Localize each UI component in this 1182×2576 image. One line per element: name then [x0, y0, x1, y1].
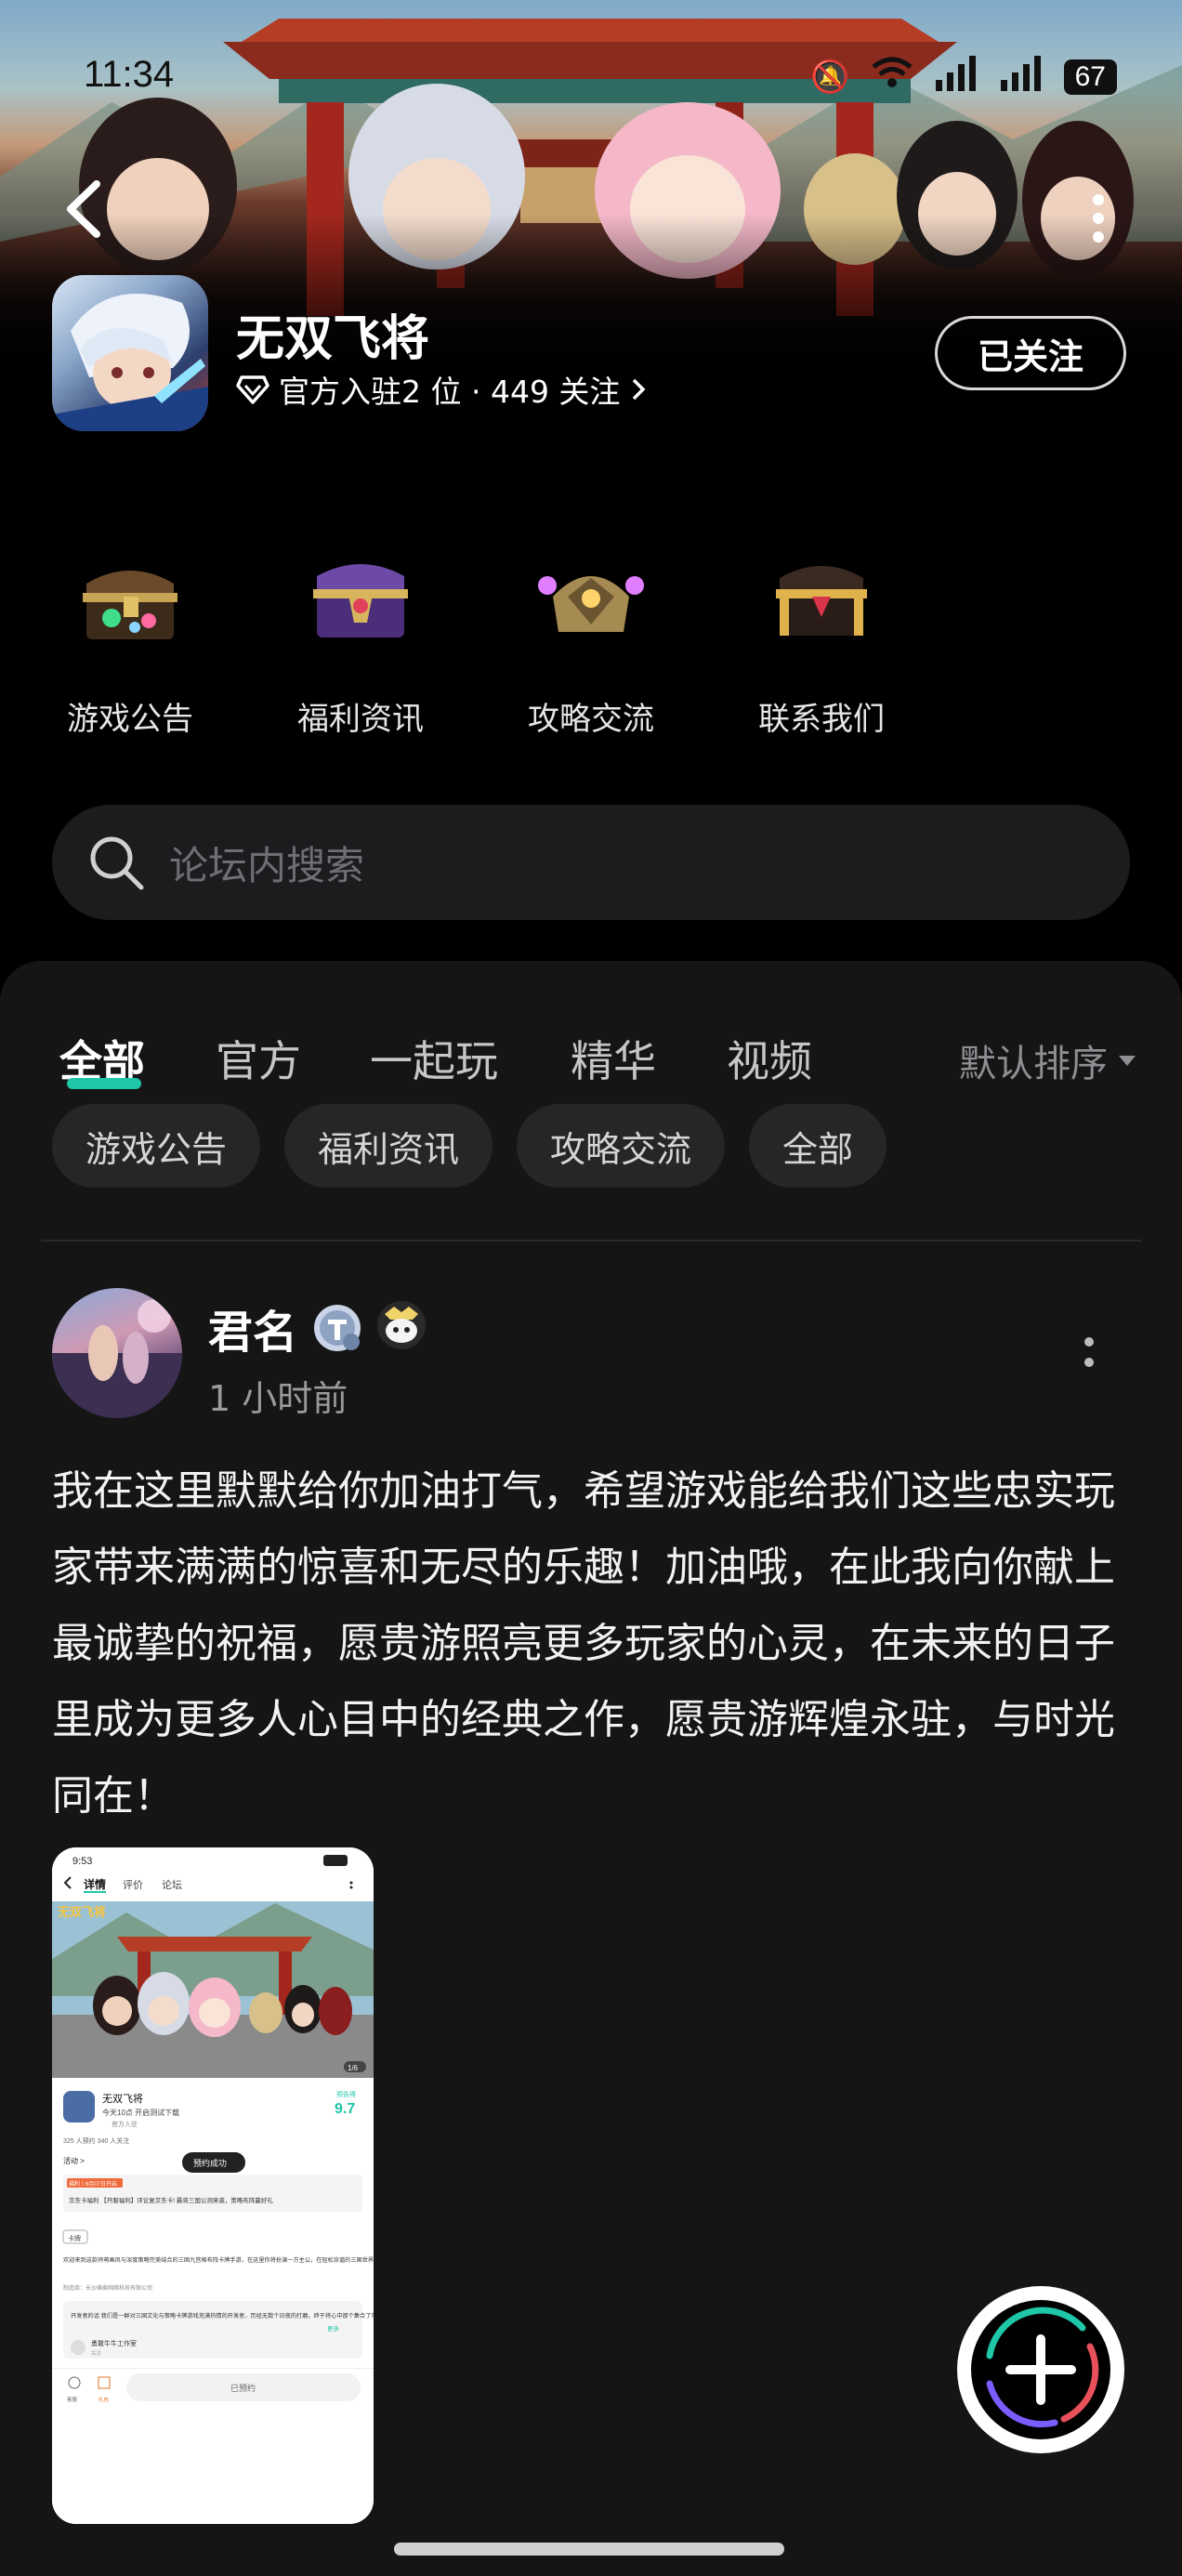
shot-tab-forum: 论坛: [162, 1878, 182, 1891]
search-icon: [90, 836, 144, 890]
diamond-icon: [236, 375, 269, 404]
shot-toast: 预约成功: [193, 2158, 227, 2168]
shot-banner-logo: 无双飞将: [57, 1905, 106, 1919]
more-options-button[interactable]: [1080, 191, 1117, 246]
shot-more: 更多: [327, 2324, 340, 2333]
more-vertical-icon: [1093, 194, 1104, 243]
treasure-chest-gold-icon: [761, 539, 882, 660]
plus-icon: [986, 2307, 1099, 2428]
shot-promo-tag: 福利丨6月07日开启: [69, 2180, 117, 2188]
fab-inner: [971, 2300, 1110, 2439]
quick-entry-contact[interactable]: 联系我们: [729, 539, 914, 739]
quick-entry-label: 联系我们: [758, 701, 885, 738]
helmet-chest-icon: [531, 539, 651, 660]
mute-icon: 🔕: [810, 58, 850, 96]
post-more-button[interactable]: [1080, 1334, 1098, 1381]
game-banner: 11:34 🔕 67 无双飞将 官方入驻2 位 · 449 关注 已关注: [0, 0, 1182, 483]
divider: [41, 1240, 1141, 1242]
gamer-badge-icon: [375, 1299, 427, 1351]
quick-entry-benefits[interactable]: 福利资讯: [268, 539, 453, 739]
status-icons: 🔕 67: [810, 54, 1117, 99]
shot-studio-sub: 关注: [91, 2349, 102, 2357]
post-image[interactable]: 9:53 详情 评价 论坛 无双飞将 1/6 无双飞将 今天10点 开启测试下载…: [52, 1847, 374, 2524]
sort-label: 默认排序: [959, 1043, 1108, 1085]
tab-official[interactable]: 官方: [216, 1028, 301, 1089]
shot-bottom-service: 客服: [67, 2396, 78, 2403]
shot-tab-details: 详情: [84, 1877, 106, 1891]
forum-tabs: 全部 官方 一起玩 精华 视频 默认排序: [0, 998, 1182, 1091]
create-post-button[interactable]: [957, 2286, 1124, 2453]
shot-studio: 勇敢牛牛工作室: [91, 2339, 137, 2347]
home-indicator[interactable]: [394, 2543, 784, 2556]
post-author-name[interactable]: 君名: [208, 1295, 297, 1360]
shot-booked: 已预约: [230, 2383, 256, 2393]
shot-time: 9:53: [72, 1856, 92, 1867]
chip-guides[interactable]: 攻略交流: [517, 1104, 726, 1188]
chip-announcements[interactable]: 游戏公告: [52, 1104, 261, 1188]
tab-play-together[interactable]: 一起玩: [370, 1028, 498, 1089]
quick-entry-label: 攻略交流: [528, 701, 654, 738]
shot-dev-note: 开发者的话 我们是一群对三国文化与策略卡牌游戏充满热情的开发者，历经无数个日夜的…: [71, 2312, 374, 2320]
tab-video[interactable]: 视频: [727, 1028, 812, 1089]
game-stats-text: 官方入驻2 位 · 449 关注: [279, 374, 621, 410]
shot-score: 9.7: [335, 2101, 355, 2117]
treasure-chest-purple-icon: [300, 539, 421, 660]
shot-tab-reviews: 评价: [123, 1879, 143, 1891]
shot-activity: 活动 >: [63, 2156, 85, 2165]
shot-promo-text: 京东卡福利 【开服福利】评论复京东卡! 霸将三国公测来袭，策略布阵赢好礼: [69, 2196, 273, 2204]
signal-icon-2: [999, 54, 1044, 99]
quick-entry-guides[interactable]: 攻略交流: [498, 539, 684, 739]
shot-score-label: 预告得: [336, 2090, 356, 2098]
shot-developer: 制造商：长沙雍乘网络科技有限公司: [63, 2284, 152, 2292]
signal-icon: [934, 54, 978, 99]
forum-search-bar[interactable]: 论坛内搜索: [52, 805, 1130, 920]
shot-app-name: 无双飞将: [102, 2093, 143, 2105]
chevron-left-icon: [67, 180, 100, 238]
treasure-chest-green-icon: [70, 539, 190, 660]
tab-featured[interactable]: 精华: [571, 1028, 656, 1089]
quick-entry-label: 游戏公告: [67, 701, 193, 738]
shot-tag: 卡牌: [68, 2234, 81, 2242]
post-body-text[interactable]: 我在这里默默给你加油打气，希望游戏能给我们这些忠实玩家带来满满的惊喜和无尽的乐趣…: [52, 1453, 1139, 1834]
battery-indicator: 67: [1063, 59, 1117, 95]
active-tab-indicator: [67, 1078, 141, 1089]
chip-benefits[interactable]: 福利资讯: [284, 1104, 493, 1188]
shot-intro: 欢迎来到这款将萌画风与深度策略完美结合的三国九宫格布阵卡牌手游，在这里你将扮演一…: [63, 2256, 374, 2264]
game-title: 无双飞将: [236, 311, 430, 367]
level-badge-icon: [312, 1303, 362, 1353]
category-chips: 游戏公告 福利资讯 攻略交流 全部: [52, 1104, 887, 1188]
game-icon: [52, 275, 208, 431]
sort-dropdown[interactable]: 默认排序: [959, 1033, 1137, 1087]
game-stats-link[interactable]: 官方入驻2 位 · 449 关注: [236, 367, 648, 412]
more-vertical-icon: [1084, 1337, 1094, 1367]
shot-app-official: 官方入驻: [112, 2120, 138, 2128]
shot-page-indicator: 1/6: [348, 2064, 359, 2072]
search-input-placeholder: 论坛内搜索: [169, 842, 365, 888]
quick-entries: 游戏公告 福利资讯 攻略交流 联系我们: [0, 539, 1182, 762]
post-time: 1 小时前: [208, 1378, 348, 1419]
status-time: 11:34: [84, 54, 175, 95]
shot-stats: 325 人预约 340 人关注: [63, 2136, 129, 2145]
wifi-icon: [871, 56, 913, 98]
shot-app-desc: 今天10点 开启测试下载: [102, 2108, 179, 2117]
shot-bottom-gift: 礼包: [98, 2396, 110, 2403]
caret-down-icon: [1119, 1056, 1136, 1066]
avatar[interactable]: [52, 1288, 182, 1418]
chip-all[interactable]: 全部: [749, 1104, 887, 1188]
chevron-right-icon: [633, 378, 646, 401]
back-button[interactable]: [58, 177, 113, 242]
quick-entry-label: 福利资讯: [297, 701, 424, 738]
quick-entry-announcements[interactable]: 游戏公告: [37, 539, 223, 739]
status-bar: 11:34 🔕 67: [0, 0, 1182, 130]
follow-button[interactable]: 已关注: [935, 316, 1126, 390]
